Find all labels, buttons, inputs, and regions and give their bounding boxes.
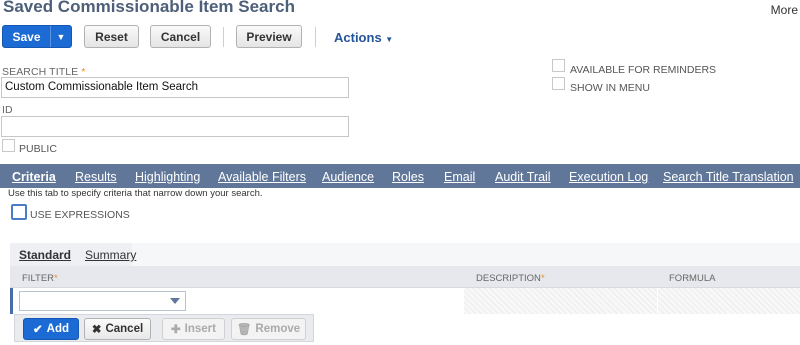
available-for-reminders-checkbox[interactable] (552, 59, 565, 72)
tab-results[interactable]: Results (75, 170, 117, 184)
subtab-summary[interactable]: Summary (85, 248, 136, 262)
tab-criteria[interactable]: Criteria (12, 170, 56, 184)
chevron-down-icon: ▼ (56, 31, 66, 42)
save-button-group[interactable]: Save ▼ (2, 25, 72, 48)
toolbar-divider (315, 27, 316, 47)
tab-roles[interactable]: Roles (392, 170, 424, 184)
tab-bar: Criteria Results Highlighting Available … (0, 164, 800, 188)
add-button[interactable]: ✔ Add (23, 318, 79, 340)
preview-button[interactable]: Preview (236, 25, 302, 48)
dropdown-arrow-icon (170, 298, 180, 304)
trash-icon: 🗑 (236, 324, 252, 336)
show-in-menu-checkbox[interactable] (552, 77, 565, 90)
save-dropdown-button[interactable]: ▼ (51, 26, 71, 47)
column-header-description: DESCRIPTION* (476, 273, 545, 284)
more-link[interactable]: More (771, 3, 798, 17)
tab-search-title-translation[interactable]: Search Title Translation (663, 170, 794, 184)
use-expressions-label: USE EXPRESSIONS (30, 209, 130, 221)
tab-audit-trail[interactable]: Audit Trail (495, 170, 551, 184)
check-icon: ✔ (33, 324, 43, 336)
insert-button[interactable]: ✚ Insert (162, 318, 225, 340)
tab-available-filters[interactable]: Available Filters (218, 170, 306, 184)
tab-highlighting[interactable]: Highlighting (135, 170, 200, 184)
criteria-edit-row (10, 288, 800, 314)
plus-icon: ✚ (171, 324, 181, 336)
column-header-formula: FORMULA (669, 273, 716, 284)
cancel-button[interactable]: Cancel (150, 25, 211, 48)
tab-execution-log[interactable]: Execution Log (569, 170, 648, 184)
subtab-standard[interactable]: Standard (19, 248, 71, 262)
tab-help-text: Use this tab to specify criteria that na… (8, 188, 263, 199)
subtab-bar-fill (132, 243, 800, 266)
row-cancel-button[interactable]: ✖ Cancel (84, 318, 151, 340)
save-button[interactable]: Save (3, 26, 51, 47)
public-checkbox[interactable] (2, 139, 15, 152)
use-expressions-checkbox[interactable] (11, 204, 27, 220)
id-label: ID (2, 104, 13, 116)
description-cell (464, 288, 657, 314)
page-title: Saved Commissionable Item Search (3, 0, 295, 16)
close-icon: ✖ (91, 324, 102, 336)
tab-audience[interactable]: Audience (322, 170, 374, 184)
actions-menu[interactable]: Actions ▼ (334, 30, 393, 45)
filter-select[interactable] (19, 291, 186, 311)
search-title-input[interactable]: Custom Commissionable Item Search (1, 77, 349, 98)
actions-label: Actions (334, 30, 382, 45)
column-header-filter: FILTER* (22, 273, 58, 284)
id-input[interactable] (1, 116, 349, 137)
toolbar-divider (223, 27, 224, 47)
reset-button[interactable]: Reset (84, 25, 139, 48)
formula-cell (658, 288, 800, 314)
remove-button[interactable]: 🗑 Remove (231, 318, 306, 340)
public-label: PUBLIC (19, 143, 57, 155)
criteria-table-header: FILTER* DESCRIPTION* FORMULA (10, 266, 800, 288)
caret-down-icon: ▼ (385, 35, 394, 44)
tab-email[interactable]: Email (444, 170, 475, 184)
show-in-menu-label: SHOW IN MENU (570, 82, 650, 94)
available-for-reminders-label: AVAILABLE FOR REMINDERS (570, 64, 717, 76)
row-button-bar: ✔ Add ✖ Cancel ✚ Insert 🗑 Remove (14, 314, 314, 342)
